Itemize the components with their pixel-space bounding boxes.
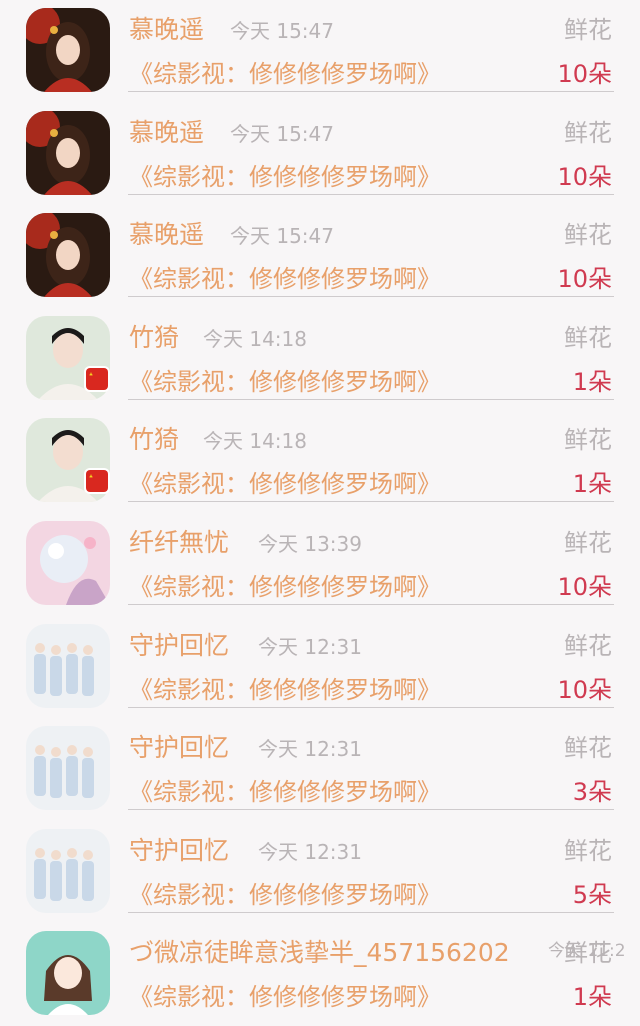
flower-gift-list: 慕晚遥 今天 15:47 鲜花 《综影视：修修修修罗场啊》 10朵 慕晚遥 今天… — [0, 0, 640, 1026]
sender-name[interactable]: 守护回忆 — [129, 728, 229, 764]
gift-count: 10朵 — [557, 60, 612, 88]
row-divider — [128, 193, 614, 195]
book-title[interactable]: 《综影视：修修修修罗场啊》 — [129, 670, 441, 705]
sender-name[interactable]: づ微凉徒眸意浅挚半_457156202 — [129, 933, 510, 969]
gift-type: 鲜花 — [564, 529, 612, 557]
gift-row[interactable]: 守护回忆 今天 12:31 鲜花 《综影视：修修修修罗场啊》 10朵 — [0, 616, 640, 719]
gift-type: 鲜花 — [564, 221, 612, 250]
book-title[interactable]: 《综影视：修修修修罗场啊》 — [129, 362, 441, 397]
row-divider — [128, 501, 614, 503]
timestamp: 今天 12:31 — [258, 634, 362, 659]
group-photo-icon[interactable] — [26, 623, 110, 708]
row-divider — [128, 809, 614, 811]
book-title[interactable]: 《综影视：修修修修罗场啊》 — [129, 567, 441, 602]
row-divider — [128, 91, 614, 92]
gift-type: 鲜花 — [564, 939, 612, 968]
sender-name[interactable]: 守护回忆 — [129, 626, 229, 662]
gift-row[interactable]: 守护回忆 今天 12:31 鲜花 《综影视：修修修修罗场啊》 3朵 — [0, 718, 640, 821]
gift-row[interactable]: 纤纤無忧 今天 13:39 鲜花 《综影视：修修修修罗场啊》 10朵 — [0, 513, 640, 616]
row-divider — [128, 398, 614, 400]
timestamp: 今天 15:47 — [230, 224, 334, 249]
cartoon-girl-icon[interactable] — [26, 931, 110, 1016]
group-photo-icon[interactable] — [26, 726, 110, 811]
gift-count: 10朵 — [557, 265, 612, 294]
book-title[interactable]: 《综影视：修修修修罗场啊》 — [129, 875, 441, 910]
gift-row[interactable]: 竹猗 今天 14:18 鲜花 《综影视：修修修修罗场啊》 1朵 — [0, 308, 640, 411]
crystal-ball-icon[interactable] — [26, 521, 110, 605]
gift-row[interactable]: 竹猗 今天 14:18 鲜花 《综影视：修修修修罗场啊》 1朵 — [0, 410, 640, 513]
gift-type: 鲜花 — [564, 631, 612, 660]
sender-name[interactable]: 慕晚遥 — [129, 10, 204, 46]
sender-name[interactable]: 竹猗 — [129, 318, 179, 354]
girl-red-icon[interactable] — [26, 213, 110, 298]
gift-row[interactable]: 慕晚遥 今天 15:47 鲜花 《综影视：修修修修罗场啊》 10朵 — [0, 205, 640, 308]
book-title[interactable]: 《综影视：修修修修罗场啊》 — [129, 259, 441, 294]
gift-row[interactable]: 慕晚遥 今天 15:47 鲜花 《综影视：修修修修罗场啊》 10朵 — [0, 0, 640, 103]
flag-badge-icon — [84, 365, 110, 392]
gift-row[interactable]: 守护回忆 今天 12:31 鲜花 《综影视：修修修修罗场啊》 5朵 — [0, 821, 640, 924]
gift-type: 鲜花 — [564, 836, 612, 865]
gift-row[interactable]: づ微凉徒眸意浅挚半_457156202 今天 11:2 鲜花 《综影视：修修修修… — [0, 923, 640, 1026]
timestamp: 今天 12:31 — [258, 737, 362, 762]
timestamp: 今天 15:47 — [230, 121, 334, 146]
gift-count: 1朵 — [572, 367, 612, 396]
gift-type: 鲜花 — [564, 323, 612, 352]
sender-name[interactable]: 慕晚遥 — [129, 215, 204, 251]
gift-count: 10朵 — [557, 675, 612, 704]
row-divider — [128, 604, 614, 605]
gift-count: 1朵 — [572, 470, 612, 499]
sender-name[interactable]: 守护回忆 — [129, 831, 229, 867]
girl-red-icon[interactable] — [26, 110, 110, 195]
book-title[interactable]: 《综影视：修修修修罗场啊》 — [129, 977, 441, 1012]
gift-type: 鲜花 — [564, 16, 612, 44]
timestamp: 今天 14:18 — [203, 429, 307, 454]
gift-count: 1朵 — [572, 983, 612, 1012]
timestamp: 今天 14:18 — [203, 326, 307, 351]
book-title[interactable]: 《综影视：修修修修罗场啊》 — [129, 772, 441, 807]
book-title[interactable]: 《综影视：修修修修罗场啊》 — [129, 157, 441, 192]
gift-type: 鲜花 — [564, 426, 612, 455]
book-title[interactable]: 《综影视：修修修修罗场啊》 — [129, 464, 441, 499]
timestamp: 今天 12:31 — [258, 839, 362, 864]
row-divider — [128, 296, 614, 298]
sender-name[interactable]: 纤纤無忧 — [129, 523, 229, 559]
gift-type: 鲜花 — [564, 734, 612, 763]
girl-red-icon[interactable] — [26, 8, 110, 92]
sender-name[interactable]: 竹猗 — [129, 420, 179, 456]
gift-count: 3朵 — [572, 778, 612, 807]
gift-count: 5朵 — [572, 880, 612, 909]
timestamp: 今天 13:39 — [258, 532, 362, 556]
sender-name[interactable]: 慕晚遥 — [129, 113, 204, 149]
group-photo-icon[interactable] — [26, 828, 110, 913]
row-divider — [128, 911, 614, 913]
gift-row[interactable]: 慕晚遥 今天 15:47 鲜花 《综影视：修修修修罗场啊》 10朵 — [0, 103, 640, 206]
gift-type: 鲜花 — [564, 118, 612, 147]
book-title[interactable]: 《综影视：修修修修罗场啊》 — [129, 54, 441, 89]
row-divider — [128, 706, 614, 708]
gift-count: 10朵 — [557, 162, 612, 191]
timestamp: 今天 15:47 — [230, 19, 334, 43]
flag-badge-icon — [84, 468, 110, 495]
gift-count: 10朵 — [557, 573, 612, 601]
